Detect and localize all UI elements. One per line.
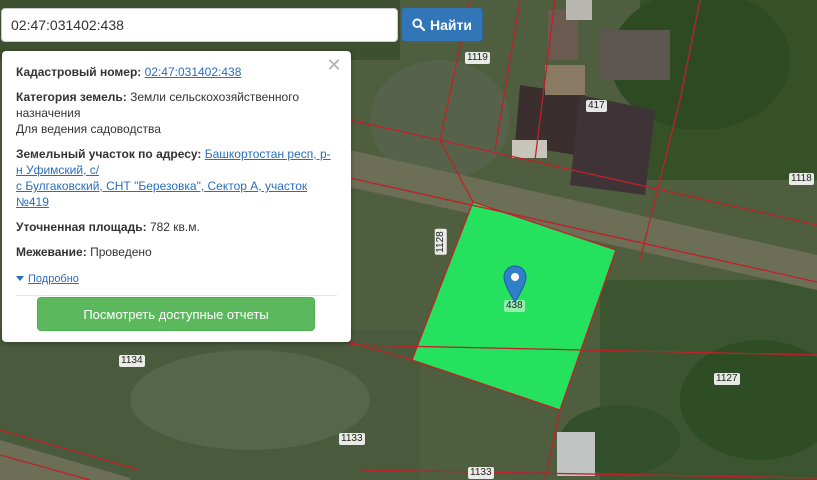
- search-icon: [412, 18, 426, 31]
- parcel-label: 1128: [434, 229, 447, 255]
- land-usage: Для ведения садоводства: [16, 122, 161, 136]
- survey-label: Межевание:: [16, 245, 87, 259]
- details-toggle[interactable]: Подробно: [16, 271, 79, 287]
- parcel-info-popup: ✕ Кадастровый номер: 02:47:031402:438 Ка…: [2, 51, 351, 342]
- cadastral-number-label: Кадастровый номер:: [16, 65, 142, 79]
- cadastral-number-link[interactable]: 02:47:031402:438: [145, 65, 242, 79]
- land-category-row: Категория земель: Земли сельскохозяйстве…: [16, 89, 337, 137]
- address-link[interactable]: Башкортостан респ, р-: [205, 147, 331, 161]
- close-icon[interactable]: ✕: [326, 56, 342, 74]
- search-button-label: Найти: [430, 16, 472, 33]
- survey-row: Межевание: Проведено: [16, 244, 337, 260]
- area-label: Уточненная площадь:: [16, 220, 147, 234]
- parcel-label: 1134: [119, 355, 145, 367]
- search-button[interactable]: Найти: [401, 7, 483, 42]
- map-marker-icon[interactable]: [503, 265, 527, 303]
- land-category-value-cont: назначения: [16, 106, 81, 120]
- view-reports-button[interactable]: Посмотреть доступные отчеты: [37, 297, 315, 331]
- parcel-label: 417: [586, 100, 607, 112]
- parcel-label: 1127: [714, 373, 740, 385]
- area-row: Уточненная площадь: 782 кв.м.: [16, 219, 337, 235]
- parcel-label: 1133: [339, 433, 365, 445]
- parcel-label: 1118: [789, 173, 814, 185]
- details-link[interactable]: Подробно: [28, 271, 79, 287]
- parcel-label: 1119: [465, 52, 490, 64]
- caret-down-icon: [16, 276, 24, 281]
- address-link[interactable]: н Уфимский, с/: [16, 163, 99, 177]
- cadastral-number-row: Кадастровый номер: 02:47:031402:438: [16, 64, 337, 80]
- land-category-value: Земли сельскохозяйственного: [130, 90, 300, 104]
- area-value: 782 кв.м.: [149, 220, 200, 234]
- parcel-label: 1133: [468, 467, 494, 479]
- survey-value: Проведено: [90, 245, 152, 259]
- land-category-label: Категория земель:: [16, 90, 127, 104]
- divider: [16, 294, 337, 296]
- address-row: Земельный участок по адресу: Башкортоста…: [16, 146, 337, 210]
- address-link[interactable]: с Булгаковский, СНТ "Березовка", Сектор …: [16, 179, 307, 209]
- search-input[interactable]: [1, 8, 398, 42]
- address-label: Земельный участок по адресу:: [16, 147, 202, 161]
